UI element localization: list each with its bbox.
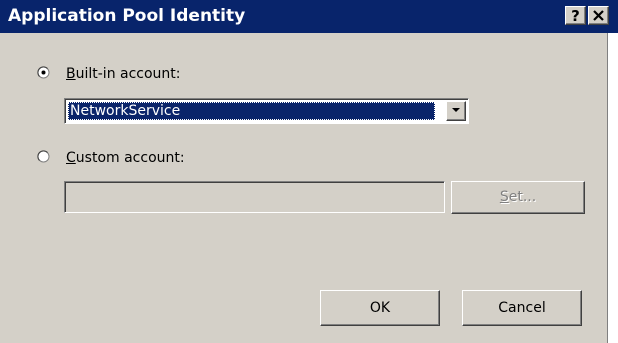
chevron-down-icon [452, 108, 460, 112]
builtin-account-radio[interactable] [37, 66, 50, 79]
dialog-title: Application Pool Identity [8, 6, 246, 26]
builtin-account-value: NetworkService [68, 102, 435, 120]
custom-account-input[interactable] [64, 181, 445, 213]
custom-account-radio[interactable] [37, 150, 50, 163]
title-bar[interactable]: Application Pool Identity ? [0, 0, 618, 33]
builtin-account-label[interactable]: Built-in account: [66, 66, 181, 82]
help-button[interactable]: ? [565, 6, 586, 25]
cancel-button[interactable]: Cancel [462, 290, 582, 326]
close-icon [593, 10, 604, 21]
ok-button[interactable]: OK [320, 290, 440, 326]
help-icon: ? [571, 7, 580, 25]
close-button[interactable] [588, 6, 609, 25]
builtin-account-select[interactable]: NetworkService [64, 98, 469, 124]
custom-account-label[interactable]: Custom account: [66, 150, 185, 166]
window-edge [608, 33, 618, 343]
set-button[interactable]: Set... [451, 181, 585, 214]
dropdown-button[interactable] [446, 101, 466, 121]
dialog-window: Application Pool Identity ? Built-in acc… [0, 0, 618, 343]
